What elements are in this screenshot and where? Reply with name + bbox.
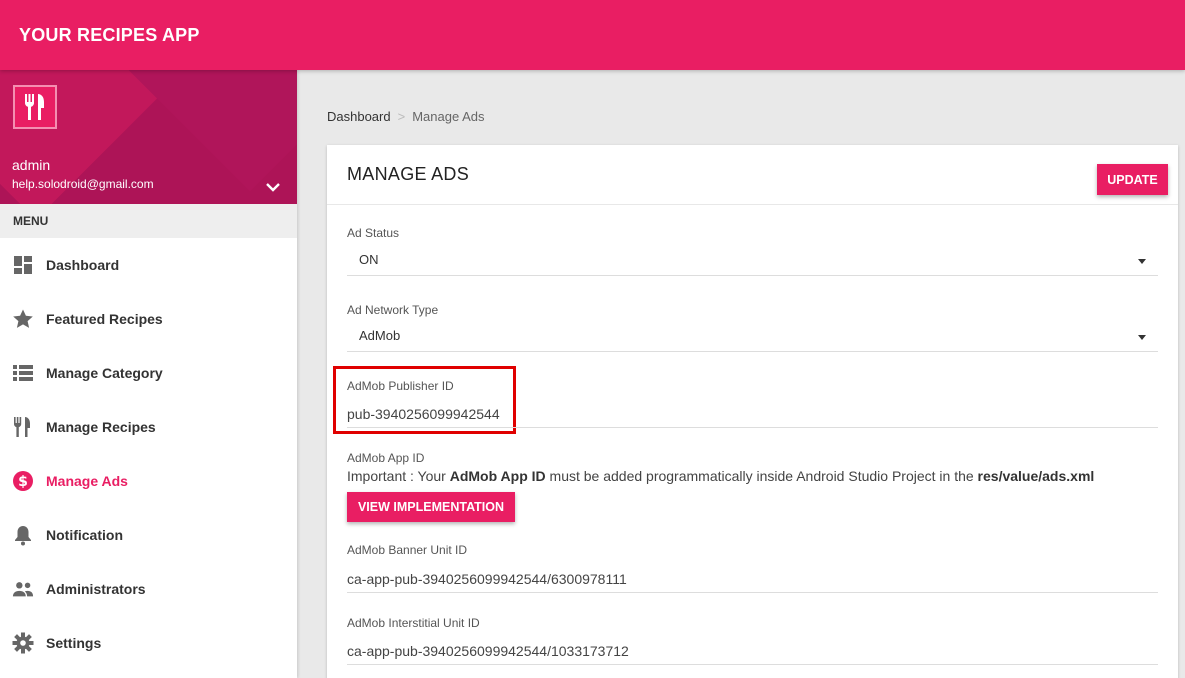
sidebar-item-label: Manage Category xyxy=(46,365,163,381)
manage-ads-card: MANAGE ADS UPDATE Ad Status ON Ad Networ… xyxy=(327,145,1178,678)
caret-down-icon xyxy=(1138,259,1146,264)
view-implementation-button[interactable]: VIEW IMPLEMENTATION xyxy=(347,492,515,522)
sidebar-item-settings[interactable]: Settings xyxy=(0,616,297,670)
update-button[interactable]: UPDATE xyxy=(1097,164,1168,195)
app-id-note: Important : Your AdMob App ID must be ad… xyxy=(347,468,1095,484)
svg-text:$: $ xyxy=(18,474,28,490)
utensils-icon xyxy=(12,416,34,438)
interstitial-id-label: AdMob Interstitial Unit ID xyxy=(347,616,480,630)
list-icon xyxy=(12,362,34,384)
app-logo xyxy=(13,85,57,129)
sidebar-item-label: Administrators xyxy=(46,581,146,597)
publisher-id-input[interactable] xyxy=(347,400,1158,428)
sidebar-item-label: Featured Recipes xyxy=(46,311,163,327)
app-title: YOUR RECIPES APP xyxy=(19,25,200,45)
star-icon xyxy=(12,308,34,330)
breadcrumb: Dashboard > Manage Ads xyxy=(327,109,484,124)
user-info: admin help.solodroid@gmail.com xyxy=(0,70,297,204)
breadcrumb-separator: > xyxy=(397,109,406,124)
gear-icon xyxy=(12,632,34,654)
ad-network-label: Ad Network Type xyxy=(347,303,439,317)
card-header: MANAGE ADS UPDATE xyxy=(327,145,1178,205)
sidebar-item-manage-category[interactable]: Manage Category xyxy=(0,346,297,400)
sidebar-item-manage-recipes[interactable]: Manage Recipes xyxy=(0,400,297,454)
sidebar-item-administrators[interactable]: Administrators xyxy=(0,562,297,616)
dollar-icon: $ xyxy=(12,470,34,492)
breadcrumb-current: Manage Ads xyxy=(412,109,485,124)
sidebar-item-label: Dashboard xyxy=(46,257,120,273)
banner-id-label: AdMob Banner Unit ID xyxy=(347,543,468,557)
caret-down-icon xyxy=(1138,335,1146,340)
ad-status-label: Ad Status xyxy=(347,226,400,240)
top-bar: YOUR RECIPES APP xyxy=(0,0,1185,70)
page-title: MANAGE ADS xyxy=(347,164,470,184)
app-id-label: AdMob App ID xyxy=(347,451,425,465)
sidebar: admin help.solodroid@gmail.com MENU Dash… xyxy=(0,70,297,678)
chevron-down-icon[interactable] xyxy=(264,180,282,194)
ad-status-value: ON xyxy=(359,252,379,267)
ad-network-value: AdMob xyxy=(359,328,401,343)
sidebar-item-dashboard[interactable]: Dashboard xyxy=(0,238,297,292)
ad-network-select[interactable]: AdMob xyxy=(347,322,1158,352)
menu-header: MENU xyxy=(0,204,297,238)
sidebar-item-manage-ads[interactable]: $ Manage Ads xyxy=(0,454,297,508)
sidebar-item-label: Manage Recipes xyxy=(46,419,156,435)
breadcrumb-home-link[interactable]: Dashboard xyxy=(327,109,391,124)
sidebar-item-notification[interactable]: Notification xyxy=(0,508,297,562)
banner-id-input[interactable] xyxy=(347,565,1158,593)
people-icon xyxy=(12,578,34,600)
sidebar-item-label: Notification xyxy=(46,527,123,543)
interstitial-id-input[interactable] xyxy=(347,637,1158,665)
publisher-id-label: AdMob Publisher ID xyxy=(347,379,454,393)
bell-icon xyxy=(12,524,34,546)
sidebar-item-label: Settings xyxy=(46,635,102,651)
ad-status-select[interactable]: ON xyxy=(347,246,1158,276)
sidebar-item-featured-recipes[interactable]: Featured Recipes xyxy=(0,292,297,346)
sidebar-item-label: Manage Ads xyxy=(46,473,128,489)
dashboard-icon xyxy=(12,254,34,276)
utensils-icon xyxy=(25,94,44,120)
user-name: admin xyxy=(12,157,51,173)
user-email: help.solodroid@gmail.com xyxy=(12,177,154,191)
